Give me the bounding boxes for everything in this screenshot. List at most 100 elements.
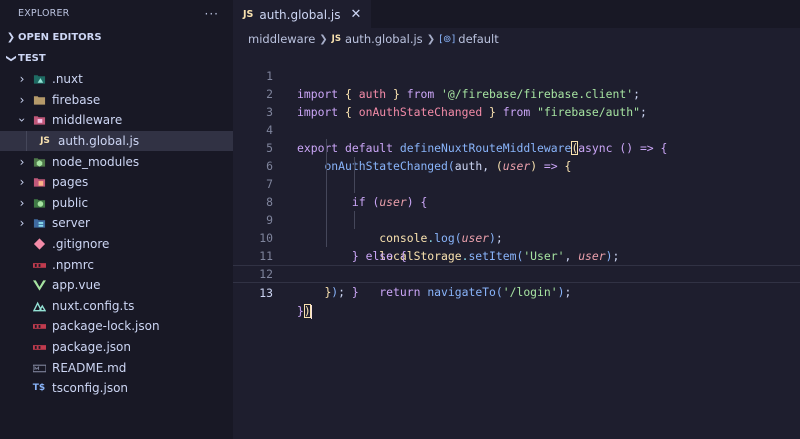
tree-folder-server[interactable]: › server bbox=[0, 213, 233, 234]
punct: ; bbox=[564, 285, 572, 299]
code-line: 7 console.log(user); bbox=[233, 157, 800, 245]
chevron-right-icon: › bbox=[19, 72, 25, 87]
tree-item-label: public bbox=[52, 195, 89, 210]
code-line: 8 localStorage.setItem('User', user); bbox=[233, 175, 800, 263]
chevron-right-icon: › bbox=[19, 216, 25, 231]
vue-icon bbox=[32, 279, 46, 291]
brace: } bbox=[297, 304, 304, 318]
tree-item-label: .npmrc bbox=[52, 257, 94, 272]
code-line: 5 onAuthStateChanged(auth, (user) => { bbox=[233, 121, 800, 173]
chevron-right-icon: › bbox=[19, 154, 25, 169]
breadcrumb: middleware ❯ JS auth.global.js ❯ [⊚] def… bbox=[233, 28, 800, 50]
indent-guide bbox=[326, 211, 327, 229]
chevron-down-icon: ❯ bbox=[5, 54, 17, 63]
code-line-current: 13 }) bbox=[233, 265, 800, 319]
tab-auth-global-js[interactable]: JS auth.global.js ✕ bbox=[233, 0, 372, 28]
tab-label: auth.global.js bbox=[259, 7, 341, 22]
tree-file-tsconfig[interactable]: T$ tsconfig.json bbox=[0, 378, 233, 399]
tree-item-label: package.json bbox=[52, 340, 132, 355]
tree-file-auth-global-js[interactable]: JS auth.global.js bbox=[0, 130, 233, 152]
paren: ) bbox=[303, 304, 311, 318]
open-editors-section[interactable]: ❯ OPEN EDITORS bbox=[0, 27, 233, 48]
tree-item-label: nuxt.config.ts bbox=[52, 298, 135, 313]
keyword: return bbox=[379, 285, 421, 299]
breadcrumb-symbol[interactable]: default bbox=[458, 32, 498, 46]
string: '/login' bbox=[502, 285, 558, 299]
code-text: }); bbox=[297, 283, 345, 301]
code-text: }) bbox=[297, 302, 313, 320]
explorer-title: EXPLORER bbox=[18, 8, 70, 19]
tree-file-package-lock[interactable]: package-lock.json bbox=[0, 316, 233, 337]
indent-guide bbox=[326, 175, 327, 193]
breadcrumb-file[interactable]: auth.global.js bbox=[345, 32, 423, 46]
indent-guide bbox=[326, 157, 327, 175]
line-number: 13 bbox=[259, 286, 273, 300]
chevron-right-icon: ❯ bbox=[6, 32, 16, 43]
text-cursor bbox=[310, 304, 313, 319]
chevron-right-icon: › bbox=[19, 92, 25, 107]
npm-icon bbox=[32, 259, 46, 271]
breadcrumb-folder[interactable]: middleware bbox=[248, 32, 315, 46]
workspace-section[interactable]: ❯ TEST bbox=[0, 48, 233, 69]
tsconfig-icon: T$ bbox=[32, 383, 46, 394]
tree-file-app-vue[interactable]: app.vue bbox=[0, 275, 233, 296]
brace: } bbox=[351, 285, 359, 299]
tree-item-label: pages bbox=[52, 175, 89, 190]
workspace-label: TEST bbox=[18, 53, 46, 64]
npm-icon bbox=[32, 320, 46, 332]
close-icon[interactable]: ✕ bbox=[350, 7, 361, 22]
nuxt-icon bbox=[32, 300, 46, 312]
indent-guide bbox=[326, 193, 327, 211]
indent-guide bbox=[326, 229, 327, 247]
tree-file-nuxt-config[interactable]: nuxt.config.ts bbox=[0, 296, 233, 317]
indent-guide bbox=[354, 175, 355, 193]
punct: ; bbox=[338, 285, 346, 299]
tree-folder-firebase[interactable]: › firebase bbox=[0, 90, 233, 111]
paren: ( bbox=[495, 285, 503, 299]
indent-guide bbox=[354, 157, 355, 175]
code-line: 9 } else { bbox=[233, 193, 800, 263]
tree-item-label: node_modules bbox=[52, 154, 140, 169]
editor-area: JS auth.global.js ✕ middleware ❯ JS auth… bbox=[233, 0, 800, 439]
tree-item-label: tsconfig.json bbox=[52, 381, 129, 396]
tree-file-gitignore[interactable]: .gitignore bbox=[0, 234, 233, 255]
more-actions-icon[interactable]: ··· bbox=[205, 7, 219, 21]
tree-item-label: middleware bbox=[52, 113, 123, 128]
tree-folder-public[interactable]: › public bbox=[0, 193, 233, 214]
code-line: 10 return navigateTo('/login'); bbox=[233, 211, 800, 299]
tree-item-label: package-lock.json bbox=[52, 319, 160, 334]
explorer-sidebar: EXPLORER ··· ❯ OPEN EDITORS ❯ TEST › .nu… bbox=[0, 0, 233, 439]
tree-item-label: server bbox=[52, 216, 90, 231]
tree-item-label: app.vue bbox=[52, 278, 101, 293]
code-line: 6 if (user) { bbox=[233, 139, 800, 209]
pages-folder-icon bbox=[32, 176, 46, 188]
tree-folder-pages[interactable]: › pages bbox=[0, 172, 233, 193]
nuxt-folder-icon bbox=[32, 73, 46, 85]
indent-guide bbox=[354, 211, 355, 229]
tree-item-label: firebase bbox=[52, 92, 101, 107]
middleware-folder-icon bbox=[32, 114, 46, 126]
code-line: 2 import { onAuthStateChanged } from "fi… bbox=[233, 67, 800, 119]
tree-folder-middleware[interactable]: › middleware bbox=[0, 110, 233, 131]
tree-folder-nuxt[interactable]: › .nuxt bbox=[0, 69, 233, 90]
tree-file-npmrc[interactable]: .npmrc bbox=[0, 254, 233, 275]
code-line: 3 bbox=[233, 85, 800, 119]
tree-folder-node-modules[interactable]: › node_modules bbox=[0, 151, 233, 172]
code-editor[interactable]: 1 import { auth } from '@/firebase/fireb… bbox=[233, 49, 800, 319]
js-file-icon: JS bbox=[243, 9, 254, 20]
tree-item-label: auth.global.js bbox=[58, 134, 140, 149]
tab-bar: JS auth.global.js ✕ bbox=[233, 0, 800, 28]
js-file-icon: JS bbox=[331, 34, 341, 44]
chevron-right-icon: ❯ bbox=[319, 33, 328, 45]
open-editors-label: OPEN EDITORS bbox=[18, 32, 102, 43]
code-line: 11 } bbox=[233, 229, 800, 299]
markdown-icon bbox=[32, 362, 46, 374]
npm-icon bbox=[32, 341, 46, 353]
chevron-right-icon: ❯ bbox=[426, 33, 436, 45]
js-file-icon: JS bbox=[40, 136, 50, 147]
tree-item-label: .nuxt bbox=[52, 72, 83, 87]
symbol-variable-icon: [⊚] bbox=[439, 33, 456, 45]
tree-file-package-json[interactable]: package.json bbox=[0, 337, 233, 358]
tree-file-readme[interactable]: README.md bbox=[0, 357, 233, 378]
public-folder-icon bbox=[32, 197, 46, 209]
